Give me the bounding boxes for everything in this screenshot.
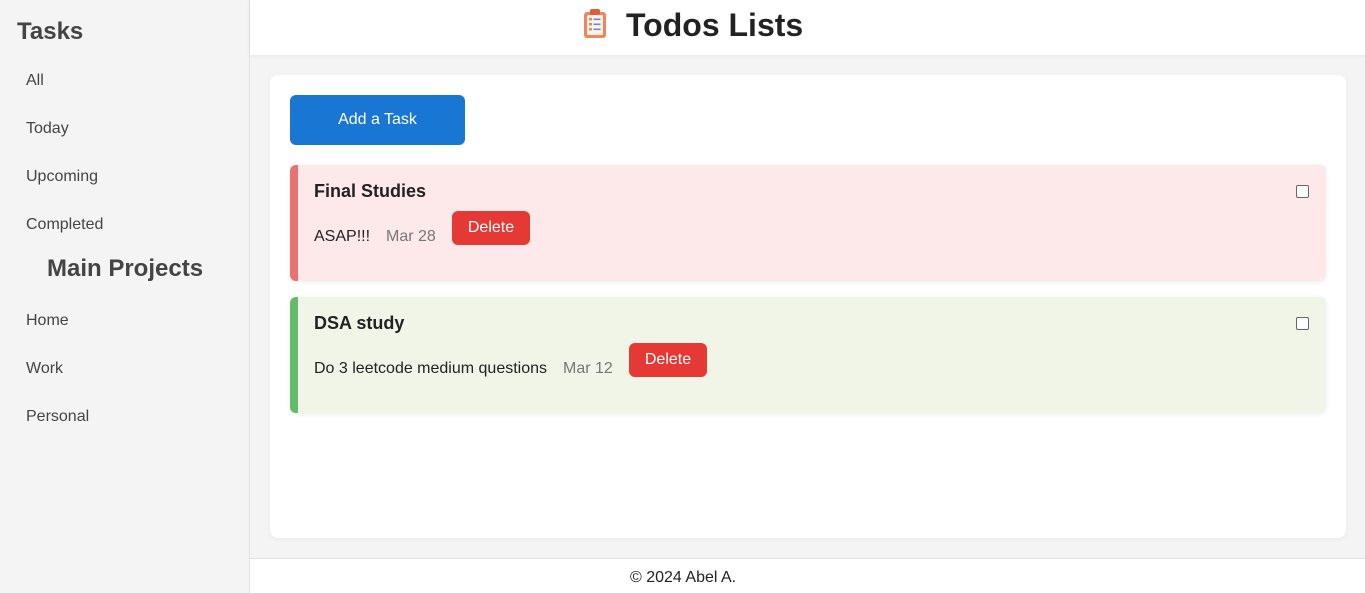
task-description: ASAP!!! (314, 228, 371, 245)
task-title: Final Studies (314, 181, 427, 201)
task-card: Final Studies ASAP!!! Mar 28 Delete (290, 165, 1326, 281)
sidebar-item-work[interactable]: Work (26, 360, 63, 378)
task-date: Mar 12 (563, 360, 613, 377)
sidebar-item-upcoming[interactable]: Upcoming (26, 168, 98, 186)
task-title: DSA study (314, 313, 405, 333)
delete-task-button[interactable]: Delete (629, 343, 707, 377)
sidebar-item-all[interactable]: All (26, 72, 44, 90)
task-description: Do 3 leetcode medium questions (314, 360, 548, 377)
task-date: Mar 28 (386, 228, 436, 245)
sidebar-item-today[interactable]: Today (26, 120, 69, 138)
task-priority-bar (290, 165, 298, 281)
add-task-button[interactable]: Add a Task (290, 95, 465, 145)
task-complete-checkbox[interactable] (1296, 185, 1309, 198)
delete-task-button[interactable]: Delete (452, 211, 530, 245)
page-title: Todos Lists (626, 7, 804, 43)
task-card: DSA study Do 3 leetcode medium questions… (290, 297, 1326, 413)
sidebar: Tasks All Today Upcoming Completed Main … (0, 0, 250, 593)
app-header: Todos Lists (250, 0, 1365, 55)
clipboard-todo-icon (584, 9, 606, 38)
sidebar-item-personal[interactable]: Personal (26, 408, 89, 426)
copyright-text: © 2024 Abel A. (630, 569, 737, 586)
main-area: Todos Lists Add a Task Final Studies ASA… (250, 0, 1365, 593)
projects-heading: Main Projects (47, 255, 204, 282)
tasks-heading: Tasks (17, 18, 84, 45)
sidebar-item-completed[interactable]: Completed (26, 216, 103, 234)
task-panel: Add a Task Final Studies ASAP!!! Mar 28 … (270, 75, 1346, 538)
footer: © 2024 Abel A. (250, 558, 1365, 593)
task-priority-bar (290, 297, 298, 413)
sidebar-item-home[interactable]: Home (26, 312, 69, 330)
task-complete-checkbox[interactable] (1296, 317, 1309, 330)
